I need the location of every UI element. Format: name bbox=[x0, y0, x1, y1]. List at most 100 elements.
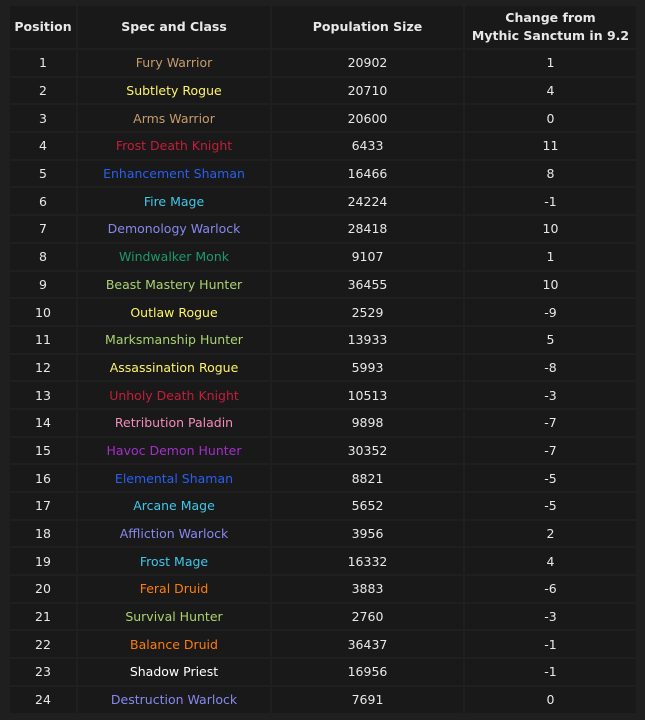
cell-population: 16466 bbox=[272, 160, 463, 187]
cell-position: 15 bbox=[10, 437, 76, 464]
header-spec: Spec and Class bbox=[78, 6, 270, 48]
cell-change: 10 bbox=[465, 216, 636, 242]
cell-position: 7 bbox=[10, 216, 76, 242]
cell-change: -3 bbox=[465, 382, 636, 408]
cell-change: -7 bbox=[465, 409, 636, 436]
cell-change: 1 bbox=[465, 50, 636, 76]
table-row: 3 Arms Warrior 20600 0 bbox=[10, 105, 636, 132]
cell-position: 3 bbox=[10, 105, 76, 132]
cell-population: 13933 bbox=[272, 326, 463, 353]
cell-position: 21 bbox=[10, 603, 76, 630]
table-row: 11 Marksmanship Hunter 13933 5 bbox=[10, 326, 636, 353]
cell-position: 2 bbox=[10, 77, 76, 104]
cell-population: 3883 bbox=[272, 576, 463, 602]
cell-change: 2 bbox=[465, 520, 636, 547]
cell-change: -5 bbox=[465, 493, 636, 519]
cell-spec: Windwalker Monk bbox=[78, 243, 270, 270]
table-row: 10 Outlaw Rogue 2529 -9 bbox=[10, 299, 636, 325]
cell-change: -1 bbox=[465, 631, 636, 658]
cell-population: 6433 bbox=[272, 133, 463, 159]
table-row: 17 Arcane Mage 5652 -5 bbox=[10, 493, 636, 519]
cell-spec: Balance Druid bbox=[78, 631, 270, 658]
cell-spec: Beast Mastery Hunter bbox=[78, 271, 270, 298]
cell-population: 5993 bbox=[272, 354, 463, 381]
header-change-line2: Mythic Sanctum in 9.2 bbox=[471, 28, 630, 43]
cell-population: 16956 bbox=[272, 659, 463, 685]
cell-spec: Subtlety Rogue bbox=[78, 77, 270, 104]
table-row: 24 Destruction Warlock 7691 0 bbox=[10, 686, 636, 713]
cell-spec: Demonology Warlock bbox=[78, 216, 270, 242]
cell-change: 4 bbox=[465, 77, 636, 104]
cell-change: 4 bbox=[465, 548, 636, 575]
cell-position: 5 bbox=[10, 160, 76, 187]
table-row: 20 Feral Druid 3883 -6 bbox=[10, 576, 636, 602]
cell-spec: Affliction Warlock bbox=[78, 520, 270, 547]
cell-population: 8821 bbox=[272, 465, 463, 491]
cell-spec: Frost Death Knight bbox=[78, 133, 270, 159]
cell-population: 20710 bbox=[272, 77, 463, 104]
cell-position: 9 bbox=[10, 271, 76, 298]
cell-change: -1 bbox=[465, 188, 636, 215]
table-row: 21 Survival Hunter 2760 -3 bbox=[10, 603, 636, 630]
table-row: 22 Balance Druid 36437 -1 bbox=[10, 631, 636, 658]
cell-population: 20600 bbox=[272, 105, 463, 132]
cell-spec: Outlaw Rogue bbox=[78, 299, 270, 325]
cell-change: 0 bbox=[465, 105, 636, 132]
cell-change: -1 bbox=[465, 659, 636, 685]
cell-change: 0 bbox=[465, 686, 636, 713]
cell-position: 20 bbox=[10, 576, 76, 602]
cell-spec: Destruction Warlock bbox=[78, 686, 270, 713]
cell-population: 36455 bbox=[272, 271, 463, 298]
header-row: Position Spec and Class Population Size … bbox=[10, 6, 636, 48]
cell-population: 24224 bbox=[272, 188, 463, 215]
cell-spec: Survival Hunter bbox=[78, 603, 270, 630]
table-row: 14 Retribution Paladin 9898 -7 bbox=[10, 409, 636, 436]
table-row: 7 Demonology Warlock 28418 10 bbox=[10, 216, 636, 242]
cell-position: 17 bbox=[10, 493, 76, 519]
table-row: 23 Shadow Priest 16956 -1 bbox=[10, 659, 636, 685]
table-row: 1 Fury Warrior 20902 1 bbox=[10, 50, 636, 76]
cell-position: 8 bbox=[10, 243, 76, 270]
table-row: 19 Frost Mage 16332 4 bbox=[10, 548, 636, 575]
cell-population: 16332 bbox=[272, 548, 463, 575]
table-row: 4 Frost Death Knight 6433 11 bbox=[10, 133, 636, 159]
cell-spec: Feral Druid bbox=[78, 576, 270, 602]
cell-change: 8 bbox=[465, 160, 636, 187]
cell-position: 1 bbox=[10, 50, 76, 76]
header-change-line1: Change from bbox=[505, 10, 596, 25]
cell-position: 4 bbox=[10, 133, 76, 159]
cell-population: 30352 bbox=[272, 437, 463, 464]
cell-position: 10 bbox=[10, 299, 76, 325]
cell-position: 16 bbox=[10, 465, 76, 491]
cell-change: 10 bbox=[465, 271, 636, 298]
table-row: 18 Affliction Warlock 3956 2 bbox=[10, 520, 636, 547]
cell-position: 11 bbox=[10, 326, 76, 353]
cell-population: 2760 bbox=[272, 603, 463, 630]
cell-position: 13 bbox=[10, 382, 76, 408]
cell-population: 3956 bbox=[272, 520, 463, 547]
table-row: 2 Subtlety Rogue 20710 4 bbox=[10, 77, 636, 104]
cell-population: 10513 bbox=[272, 382, 463, 408]
spec-population-table: Position Spec and Class Population Size … bbox=[8, 4, 638, 715]
cell-position: 12 bbox=[10, 354, 76, 381]
cell-population: 7691 bbox=[272, 686, 463, 713]
cell-spec: Marksmanship Hunter bbox=[78, 326, 270, 353]
cell-spec: Fury Warrior bbox=[78, 50, 270, 76]
cell-population: 36437 bbox=[272, 631, 463, 658]
table-row: 12 Assassination Rogue 5993 -8 bbox=[10, 354, 636, 381]
cell-population: 28418 bbox=[272, 216, 463, 242]
cell-spec: Frost Mage bbox=[78, 548, 270, 575]
cell-spec: Fire Mage bbox=[78, 188, 270, 215]
cell-change: -5 bbox=[465, 465, 636, 491]
cell-spec: Retribution Paladin bbox=[78, 409, 270, 436]
cell-change: -7 bbox=[465, 437, 636, 464]
cell-population: 5652 bbox=[272, 493, 463, 519]
cell-population: 9107 bbox=[272, 243, 463, 270]
cell-change: 5 bbox=[465, 326, 636, 353]
cell-change: 11 bbox=[465, 133, 636, 159]
cell-spec: Unholy Death Knight bbox=[78, 382, 270, 408]
table-row: 8 Windwalker Monk 9107 1 bbox=[10, 243, 636, 270]
cell-position: 14 bbox=[10, 409, 76, 436]
cell-position: 6 bbox=[10, 188, 76, 215]
cell-spec: Enhancement Shaman bbox=[78, 160, 270, 187]
